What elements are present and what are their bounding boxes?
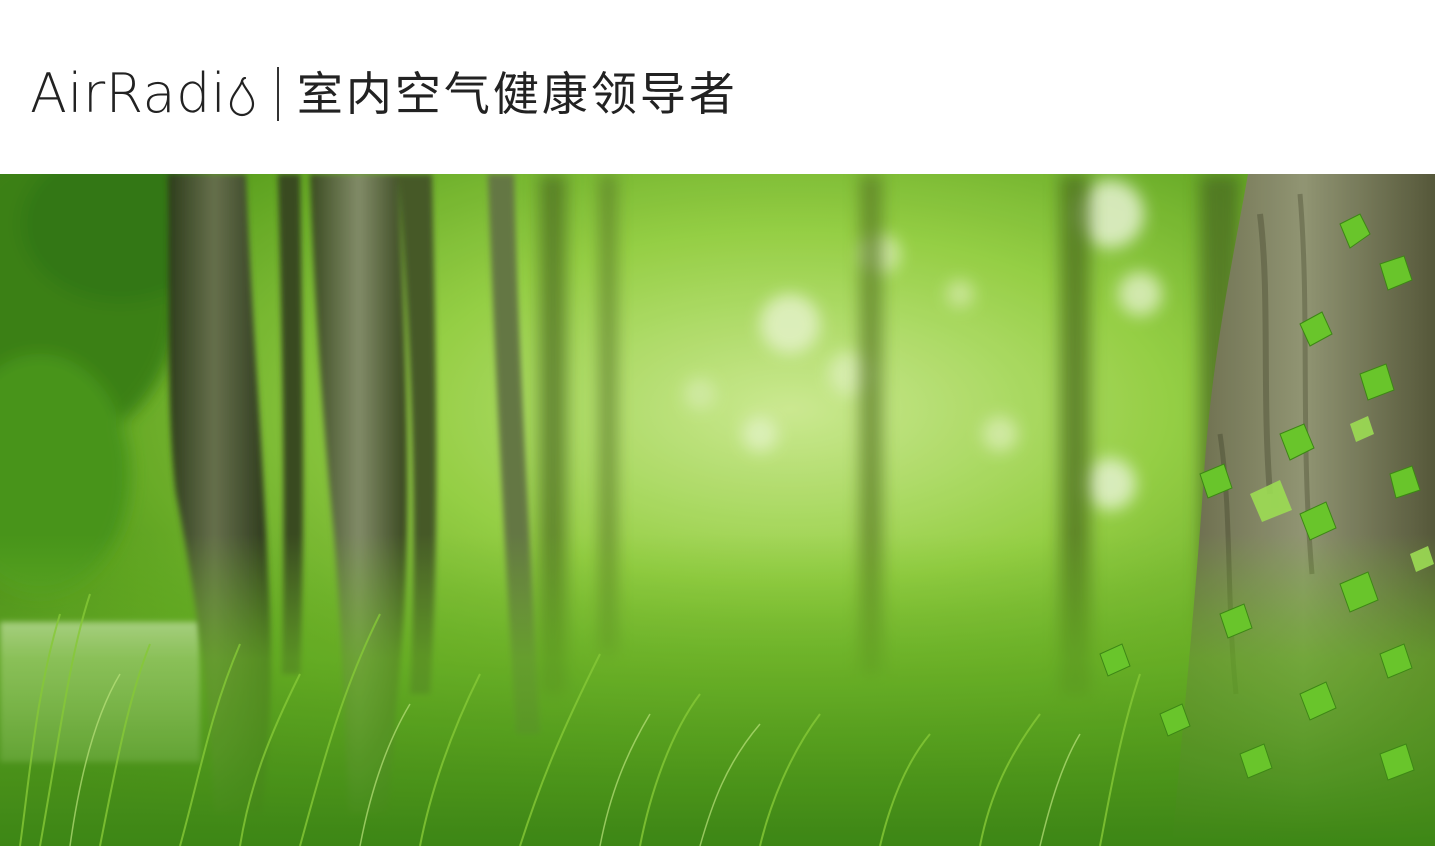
- hero-forest-image: [0, 174, 1435, 846]
- tagline: 室内空气健康领导者: [296, 67, 738, 121]
- brand-name-text: AirRadi: [30, 62, 227, 125]
- brand-logo[interactable]: AirRadi: [30, 62, 257, 126]
- forest-photo: [0, 174, 1435, 846]
- header: AirRadi 室内空气健康领导者: [0, 0, 1435, 174]
- brand-divider: [277, 67, 279, 121]
- brand[interactable]: AirRadi 室内空气健康领导者: [30, 62, 738, 126]
- airradio-o-drop-icon: [230, 77, 255, 117]
